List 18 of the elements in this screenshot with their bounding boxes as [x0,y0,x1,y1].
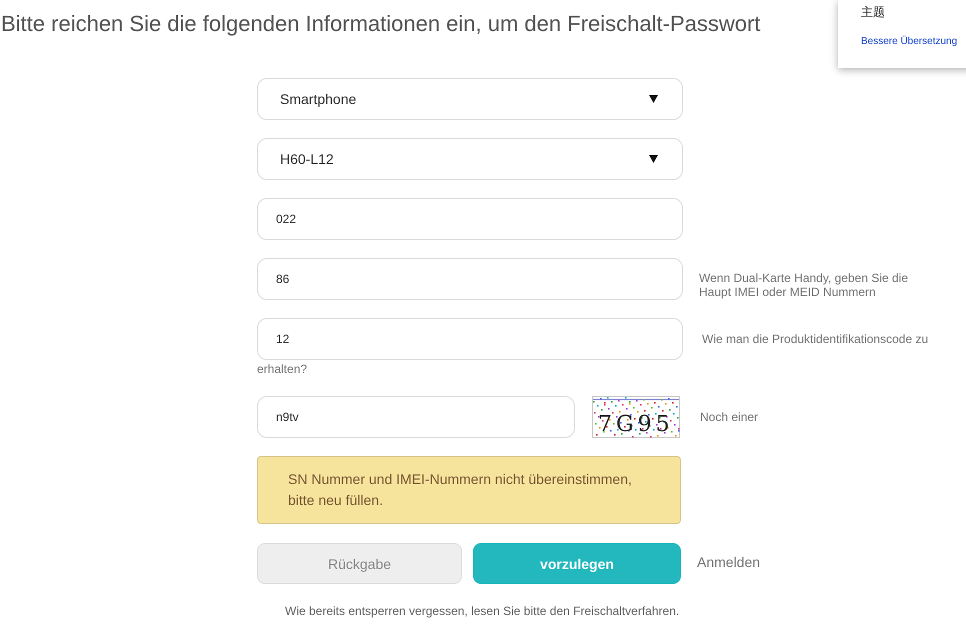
input-field[interactable]: 86 [257,258,683,300]
help-link[interactable]: erhalten? [257,362,308,376]
input-field[interactable]: 12 [257,318,683,360]
caret-icon [649,95,658,103]
dropdown-select[interactable]: H60-L12 [257,138,683,180]
better-translation-link[interactable]: Bessere Übersetzung [861,36,958,48]
page-title: Bitte reichen Sie die folgenden Informationen ein, um den Freischalt-Passwort [0,10,760,37]
refresh-captcha-link[interactable]: Noch einer [700,409,758,425]
popup-heading: 主题 [861,4,885,20]
input-field[interactable]: 022 [257,198,683,240]
dropdown-select[interactable]: Smartphone [257,78,683,120]
field-hint: Wenn Dual-Karte Handy, geben Sie die Haupt IMEI oder MEID Nummern [699,271,910,299]
footer-note: Wie bereits entsperren vergessen, lesen Sie bitte den Freischaltverfahren. [285,604,680,618]
caret-icon [649,155,658,163]
help-link[interactable]: Wie man die Produktidentifikationscode zu [702,332,928,346]
login-link[interactable]: Anmelden [697,554,760,570]
error-message: SN Nummer und IMEI-Nummern nicht übereinstimmen, bitte neu füllen. [257,456,681,524]
captcha-input[interactable]: n9tv [257,396,575,438]
